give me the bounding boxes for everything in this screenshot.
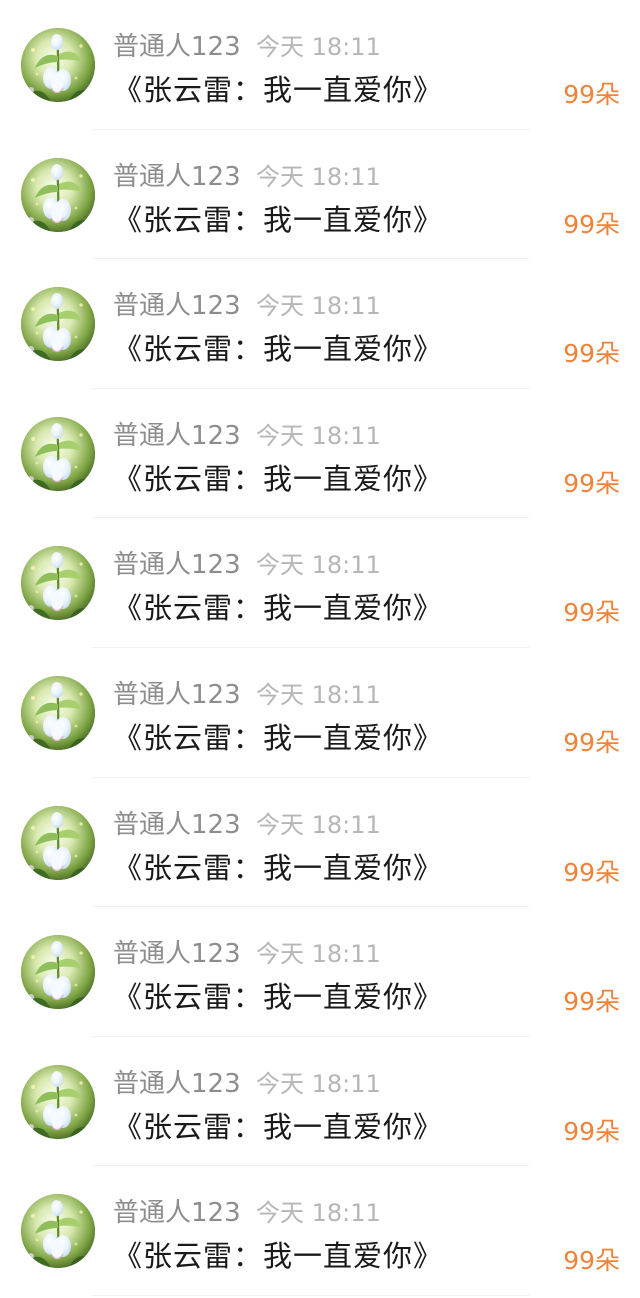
list-item[interactable]: 普通人123 今天 18:11 《张云雷：我一直爱你》 99朵 xyxy=(0,518,640,648)
timestamp: 今天 18:11 xyxy=(256,162,381,191)
list-item[interactable]: 普通人123 今天 18:11 《张云雷：我一直爱你》 99朵 xyxy=(0,1037,640,1167)
timestamp: 今天 18:11 xyxy=(256,1199,381,1228)
timestamp: 今天 18:11 xyxy=(256,33,381,61)
timestamp: 今天 18:11 xyxy=(256,292,381,321)
snowdrop-flower-avatar-icon xyxy=(21,1064,95,1139)
divider xyxy=(92,1294,530,1296)
gift-title: 《张云雷：我一直爱你》 xyxy=(113,461,444,496)
avatar[interactable] xyxy=(21,1064,95,1139)
avatar[interactable] xyxy=(21,675,95,750)
user-name[interactable]: 普通人123 xyxy=(113,285,241,322)
flower-count: 99朵 xyxy=(563,987,620,1017)
avatar[interactable] xyxy=(21,28,95,102)
user-name[interactable]: 普通人123 xyxy=(113,156,241,193)
flower-count: 99朵 xyxy=(563,727,620,757)
gift-title: 《张云雷：我一直爱你》 xyxy=(113,1239,444,1274)
flower-count: 99朵 xyxy=(563,857,620,887)
timestamp: 今天 18:11 xyxy=(256,810,381,839)
user-name[interactable]: 普通人123 xyxy=(113,26,241,63)
user-name[interactable]: 普通人123 xyxy=(113,1192,241,1229)
gift-title: 《张云雷：我一直爱你》 xyxy=(113,591,444,626)
flower-count: 99朵 xyxy=(563,1116,620,1146)
avatar[interactable] xyxy=(21,287,95,362)
user-name[interactable]: 普通人123 xyxy=(113,415,241,452)
snowdrop-flower-avatar-icon xyxy=(21,1194,95,1269)
user-name[interactable]: 普通人123 xyxy=(113,1063,241,1100)
list-item[interactable]: 普通人123 今天 18:11 《张云雷：我一直爱你》 99朵 xyxy=(0,778,640,908)
list-item[interactable]: 普通人123 今天 18:11 《张云雷：我一直爱你》 99朵 xyxy=(0,130,640,260)
avatar[interactable] xyxy=(21,935,95,1010)
list-item[interactable]: 普通人123 今天 18:11 《张云雷：我一直爱你》 99朵 xyxy=(0,259,640,389)
avatar[interactable] xyxy=(21,546,95,621)
flower-count: 99朵 xyxy=(563,598,620,628)
snowdrop-flower-avatar-icon xyxy=(21,805,95,880)
snowdrop-flower-avatar-icon xyxy=(21,157,95,232)
gift-title: 《张云雷：我一直爱你》 xyxy=(113,1109,444,1144)
snowdrop-flower-avatar-icon xyxy=(21,416,95,491)
user-name[interactable]: 普通人123 xyxy=(113,544,241,581)
avatar[interactable] xyxy=(21,805,95,880)
list-item[interactable]: 普通人123 今天 18:11 《张云雷：我一直爱你》 99朵 xyxy=(0,0,640,130)
list-item[interactable]: 普通人123 今天 18:11 《张云雷：我一直爱你》 99朵 xyxy=(0,648,640,778)
gift-record-list: 普通人123 今天 18:11 《张云雷：我一直爱你》 99朵 普通人123 今… xyxy=(0,0,640,1298)
timestamp: 今天 18:11 xyxy=(256,940,381,969)
snowdrop-flower-avatar-icon xyxy=(21,546,95,621)
gift-title: 《张云雷：我一直爱你》 xyxy=(113,980,444,1015)
avatar[interactable] xyxy=(21,157,95,232)
snowdrop-flower-avatar-icon xyxy=(21,28,95,102)
snowdrop-flower-avatar-icon xyxy=(21,287,95,362)
gift-title: 《张云雷：我一直爱你》 xyxy=(113,720,444,755)
gift-title: 《张云雷：我一直爱你》 xyxy=(113,850,444,885)
snowdrop-flower-avatar-icon xyxy=(21,675,95,750)
user-name[interactable]: 普通人123 xyxy=(113,933,241,970)
snowdrop-flower-avatar-icon xyxy=(21,935,95,1010)
gift-title: 《张云雷：我一直爱你》 xyxy=(113,332,444,367)
avatar[interactable] xyxy=(21,416,95,491)
flower-count: 99朵 xyxy=(563,209,620,239)
timestamp: 今天 18:11 xyxy=(256,1069,381,1098)
timestamp: 今天 18:11 xyxy=(256,680,381,709)
flower-count: 99朵 xyxy=(563,468,620,498)
gift-title: 《张云雷：我一直爱你》 xyxy=(113,202,444,237)
user-name[interactable]: 普通人123 xyxy=(113,674,241,711)
timestamp: 今天 18:11 xyxy=(256,551,381,580)
flower-count: 99朵 xyxy=(563,80,620,109)
list-item[interactable]: 普通人123 今天 18:11 《张云雷：我一直爱你》 99朵 xyxy=(0,1166,640,1296)
flower-count: 99朵 xyxy=(563,339,620,369)
timestamp: 今天 18:11 xyxy=(256,421,381,450)
avatar[interactable] xyxy=(21,1194,95,1269)
user-name[interactable]: 普通人123 xyxy=(113,804,241,841)
flower-count: 99朵 xyxy=(563,1246,620,1276)
list-item[interactable]: 普通人123 今天 18:11 《张云雷：我一直爱你》 99朵 xyxy=(0,907,640,1037)
list-item[interactable]: 普通人123 今天 18:11 《张云雷：我一直爱你》 99朵 xyxy=(0,389,640,519)
gift-title: 《张云雷：我一直爱你》 xyxy=(113,73,444,107)
